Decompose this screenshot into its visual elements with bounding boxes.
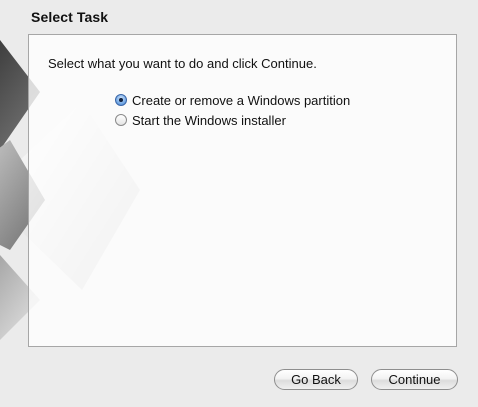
instructions-text: Select what you want to do and click Con… xyxy=(48,56,317,71)
option-label[interactable]: Create or remove a Windows partition xyxy=(132,93,350,108)
option-create-remove-partition[interactable]: Create or remove a Windows partition xyxy=(115,91,350,109)
task-selection-panel: Select what you want to do and click Con… xyxy=(28,34,457,347)
radio-selected-icon[interactable] xyxy=(115,94,127,106)
option-start-windows-installer[interactable]: Start the Windows installer xyxy=(115,111,286,129)
boot-camp-assistant-window: Select Task Select what you want to do a… xyxy=(0,0,478,407)
go-back-button[interactable]: Go Back xyxy=(274,369,358,390)
radio-unselected-icon[interactable] xyxy=(115,114,127,126)
option-label[interactable]: Start the Windows installer xyxy=(132,113,286,128)
continue-button[interactable]: Continue xyxy=(371,369,458,390)
page-title: Select Task xyxy=(31,9,109,25)
